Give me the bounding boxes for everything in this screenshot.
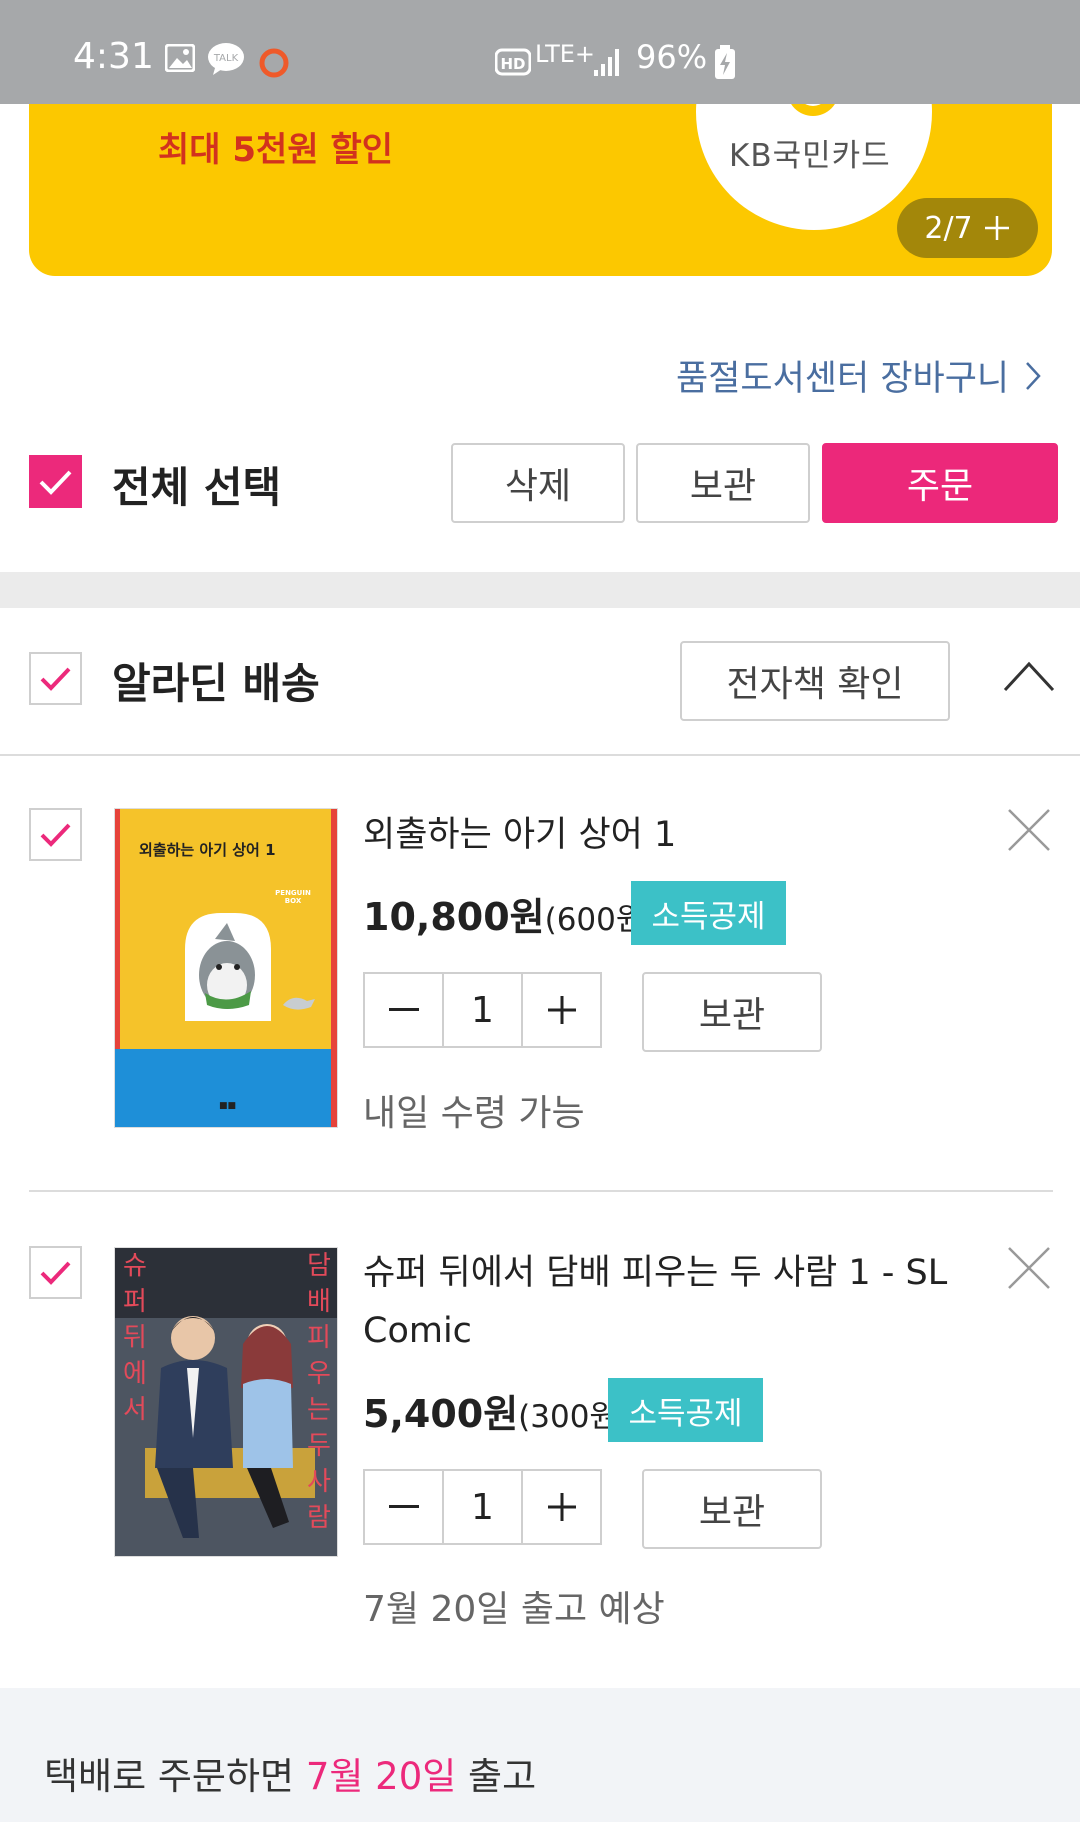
- item-checkbox[interactable]: [29, 1246, 82, 1299]
- select-all-checkbox[interactable]: [29, 455, 82, 508]
- minus-icon: [388, 1505, 419, 1508]
- item-price-value: 5,400원: [363, 1392, 519, 1436]
- delivery-note: 7월 20일 출고 예상: [363, 1589, 665, 1630]
- quantity-value[interactable]: 1: [442, 974, 523, 1046]
- banner-promo-text: 최대 5천원 할인: [158, 130, 394, 170]
- tax-deduction-badge: 소득공제: [608, 1378, 763, 1442]
- svg-text:TALK: TALK: [213, 53, 239, 64]
- quantity-stepper[interactable]: 1: [363, 972, 602, 1048]
- item-price-value: 10,800원: [363, 895, 545, 939]
- section-divider: [0, 572, 1080, 608]
- select-all-label: 전체 선택: [112, 463, 282, 512]
- item-title[interactable]: 외출하는 아기 상어 1: [363, 806, 973, 864]
- gallery-icon: [165, 44, 195, 72]
- item-keep-button[interactable]: 보관: [642, 972, 822, 1052]
- svg-text:HD: HD: [500, 55, 525, 73]
- soldout-cart-label: 품절도서센터 장바구니: [676, 359, 1010, 399]
- network-type: LTE+: [535, 40, 595, 68]
- item-price: 10,800원(600원): [363, 886, 657, 941]
- decrease-button[interactable]: [365, 974, 442, 1046]
- delivery-note: 내일 수령 가능: [363, 1093, 585, 1134]
- cover-bottom-band: [115, 1049, 337, 1127]
- minus-icon: [388, 1008, 419, 1011]
- talk-icon: TALK: [208, 43, 244, 75]
- section-header-divider: [0, 754, 1080, 756]
- card-brand: KB국민카드: [729, 138, 891, 174]
- item-title[interactable]: 슈퍼 뒤에서 담배 피우는 두 사람 1 - SL Comic: [363, 1244, 973, 1360]
- cover-logo: ■■: [219, 1101, 237, 1111]
- signal-icon: [594, 49, 619, 76]
- keep-button[interactable]: 보관: [636, 443, 810, 523]
- shipping-summary: 택배로 주문하면 7월 20일 출고: [44, 1746, 536, 1800]
- chevron-up-icon[interactable]: [1002, 657, 1056, 693]
- shipping-date: 7월 20일: [305, 1755, 457, 1798]
- check-icon: [40, 667, 71, 691]
- plus-icon: [547, 996, 576, 1024]
- promo-banner[interactable]: 최대 5천원 할인 KB국민카드 2/7: [29, 104, 1052, 276]
- item-keep-button[interactable]: 보관: [642, 1469, 822, 1549]
- ebook-check-button[interactable]: 전자책 확인: [680, 641, 950, 721]
- close-icon[interactable]: [1005, 806, 1053, 854]
- characters-illustration-icon: [155, 1316, 293, 1538]
- chevron-right-icon: [1026, 361, 1041, 390]
- section-title: 알라딘 배송: [112, 659, 320, 708]
- banner-pager-label: 2/7: [924, 210, 973, 246]
- close-icon[interactable]: [1005, 1244, 1053, 1292]
- shipping-summary-suffix: 출고: [456, 1755, 537, 1798]
- banner-pager[interactable]: 2/7: [897, 198, 1038, 258]
- check-icon: [40, 823, 71, 847]
- item-checkbox[interactable]: [29, 808, 82, 861]
- order-button[interactable]: 주문: [822, 443, 1058, 523]
- tax-deduction-badge: 소득공제: [631, 881, 786, 945]
- delete-button[interactable]: 삭제: [451, 443, 625, 523]
- increase-button[interactable]: [523, 974, 600, 1046]
- battery-percent: 96%: [636, 38, 708, 76]
- item-divider: [29, 1190, 1053, 1192]
- check-icon: [39, 470, 72, 495]
- decrease-button[interactable]: [365, 1471, 442, 1543]
- increase-button[interactable]: [523, 1471, 600, 1543]
- cover-title-left: 슈퍼뒤에서: [123, 1251, 147, 1425]
- cover-title-right: 담배피우는두사람: [307, 1251, 331, 1533]
- item-price: 5,400원(300원): [363, 1383, 630, 1438]
- soldout-cart-link[interactable]: 품절도서센터 장바구니: [676, 350, 1043, 401]
- cover-publisher: PENGUIN BOX: [275, 889, 311, 905]
- check-icon: [40, 1261, 71, 1285]
- cover-title: 외출하는 아기 상어 1: [139, 841, 276, 859]
- record-icon: [259, 48, 289, 78]
- battery-icon: [715, 45, 735, 79]
- hd-icon: HD: [495, 48, 531, 76]
- section-checkbox[interactable]: [29, 652, 82, 705]
- cover-edge: [331, 809, 337, 1127]
- plus-icon: [984, 216, 1009, 240]
- shipping-summary-prefix: 택배로 주문하면: [44, 1755, 306, 1798]
- quantity-stepper[interactable]: 1: [363, 1469, 602, 1545]
- status-time: 4:31: [73, 36, 154, 77]
- plus-icon: [547, 1493, 576, 1521]
- quantity-value[interactable]: 1: [442, 1471, 523, 1543]
- book-cover-image[interactable]: 외출하는 아기 상어 1 PENGUIN BOX ■■: [114, 808, 338, 1128]
- status-bar: 4:31 TALK HD LTE+ 96%: [0, 0, 1080, 104]
- shark-illustration-icon: [185, 913, 315, 1021]
- book-cover-image[interactable]: 슈퍼뒤에서 담배피우는두사람: [114, 1247, 338, 1557]
